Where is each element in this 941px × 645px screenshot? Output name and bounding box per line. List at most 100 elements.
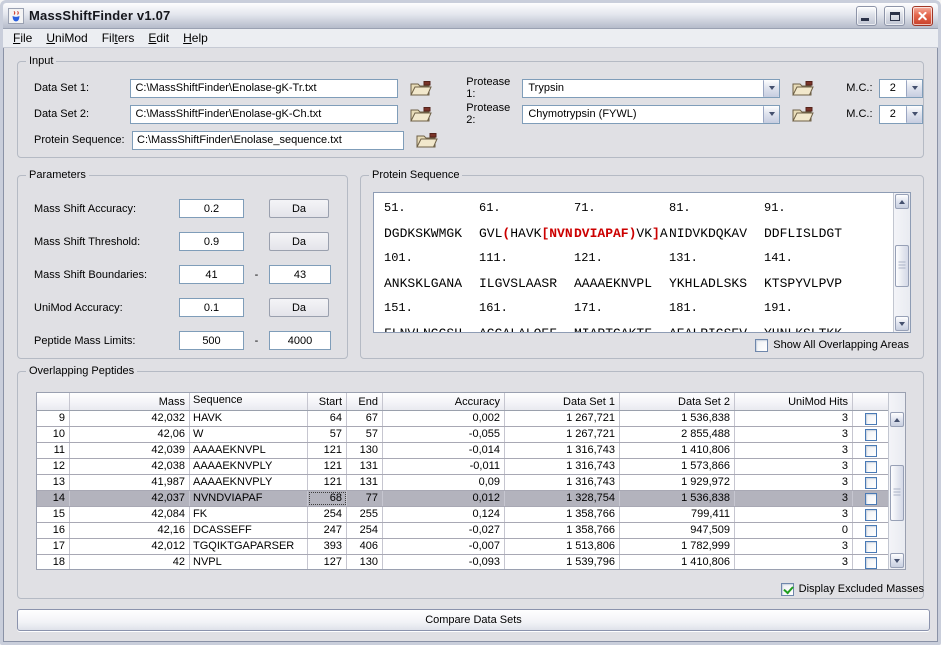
cell-seq[interactable]: TGQIKTGAPARSER bbox=[190, 539, 308, 554]
header-start[interactable]: Start bbox=[308, 393, 347, 410]
cell-num[interactable]: 9 bbox=[37, 411, 70, 426]
cell-acc[interactable]: -0,007 bbox=[383, 539, 505, 554]
chevron-down-icon[interactable] bbox=[763, 80, 779, 97]
header-rownum[interactable] bbox=[37, 393, 70, 410]
protein-sequence-path-input[interactable] bbox=[132, 131, 404, 150]
menu-unimod[interactable]: UniMod bbox=[39, 30, 94, 46]
cell-ds1[interactable]: 1 358,766 bbox=[505, 507, 620, 522]
cell-seq[interactable]: AAAAEKNVPL bbox=[190, 443, 308, 458]
cell-ds2[interactable]: 2 855,488 bbox=[620, 427, 735, 442]
cell-ds2[interactable]: 1 782,999 bbox=[620, 539, 735, 554]
table-row[interactable]: 1341,987AAAAEKNVPLY1211310,091 316,7431 … bbox=[37, 475, 888, 491]
cell-num[interactable]: 13 bbox=[37, 475, 70, 490]
table-row[interactable]: 1742,012TGQIKTGAPARSER393406-0,0071 513,… bbox=[37, 539, 888, 555]
cell-start[interactable]: 254 bbox=[308, 507, 347, 522]
unimod-accuracy-input[interactable] bbox=[179, 298, 244, 317]
table-row[interactable]: 1442,037NVNDVIAPAF68770,0121 328,7541 53… bbox=[37, 491, 888, 507]
menu-filters[interactable]: Filters bbox=[95, 30, 142, 46]
cell-mass[interactable]: 42,16 bbox=[70, 523, 190, 538]
scroll-up-button[interactable] bbox=[890, 412, 904, 427]
cell-uni[interactable]: 3 bbox=[735, 459, 853, 474]
header-dataset2[interactable]: Data Set 2 bbox=[620, 393, 735, 410]
row-exclude-checkbox[interactable] bbox=[865, 541, 877, 553]
chevron-down-icon[interactable] bbox=[906, 106, 922, 123]
cell-start[interactable]: 57 bbox=[308, 427, 347, 442]
cell-uni[interactable]: 3 bbox=[735, 507, 853, 522]
row-exclude-checkbox[interactable] bbox=[865, 509, 877, 521]
cell-end[interactable]: 67 bbox=[347, 411, 383, 426]
cell-ds1[interactable]: 1 316,743 bbox=[505, 475, 620, 490]
dataset2-browse-button[interactable] bbox=[409, 106, 433, 123]
cell-acc[interactable]: -0,055 bbox=[383, 427, 505, 442]
cell-start[interactable]: 121 bbox=[308, 475, 347, 490]
peptide-mass-high-input[interactable] bbox=[269, 331, 331, 350]
cell-ds2[interactable]: 1 929,972 bbox=[620, 475, 735, 490]
mass-shift-accuracy-input[interactable] bbox=[179, 199, 244, 218]
cell-uni[interactable]: 3 bbox=[735, 555, 853, 569]
cell-start[interactable]: 121 bbox=[308, 459, 347, 474]
menu-help[interactable]: Help bbox=[176, 30, 215, 46]
cell-uni[interactable]: 3 bbox=[735, 491, 853, 506]
row-exclude-checkbox[interactable] bbox=[865, 445, 877, 457]
cell-mass[interactable]: 42,012 bbox=[70, 539, 190, 554]
cell-ds2[interactable]: 1 410,806 bbox=[620, 443, 735, 458]
cell-ds1[interactable]: 1 358,766 bbox=[505, 523, 620, 538]
cell-ds1[interactable]: 1 267,721 bbox=[505, 411, 620, 426]
cell-mass[interactable]: 42,038 bbox=[70, 459, 190, 474]
mass-shift-boundary-low-input[interactable] bbox=[179, 265, 244, 284]
header-exclude[interactable] bbox=[853, 393, 888, 410]
mc2-combobox[interactable]: 2 bbox=[879, 105, 923, 124]
header-mass[interactable]: Mass bbox=[70, 393, 190, 410]
cell-start[interactable]: 247 bbox=[308, 523, 347, 538]
cell-start[interactable]: 127 bbox=[308, 555, 347, 569]
cell-num[interactable]: 11 bbox=[37, 443, 70, 458]
header-unimod-hits[interactable]: UniMod Hits bbox=[735, 393, 853, 410]
row-exclude-checkbox[interactable] bbox=[865, 525, 877, 537]
cell-num[interactable]: 12 bbox=[37, 459, 70, 474]
cell-mass[interactable]: 42,06 bbox=[70, 427, 190, 442]
cell-start[interactable]: 121 bbox=[308, 443, 347, 458]
cell-num[interactable]: 10 bbox=[37, 427, 70, 442]
close-button[interactable] bbox=[912, 6, 933, 26]
maximize-button[interactable] bbox=[884, 6, 905, 26]
cell-end[interactable]: 130 bbox=[347, 555, 383, 569]
cell-start[interactable]: 68 bbox=[308, 491, 347, 506]
cell-seq[interactable]: NVNDVIAPAF bbox=[190, 491, 308, 506]
header-sequence[interactable]: Sequence bbox=[190, 393, 308, 410]
dataset1-browse-button[interactable] bbox=[409, 80, 433, 97]
cell-mass[interactable]: 42,037 bbox=[70, 491, 190, 506]
chevron-down-icon[interactable] bbox=[906, 80, 922, 97]
table-row[interactable]: 1242,038AAAAEKNVPLY121131-0,0111 316,743… bbox=[37, 459, 888, 475]
cell-end[interactable]: 57 bbox=[347, 427, 383, 442]
mass-shift-boundary-high-input[interactable] bbox=[269, 265, 331, 284]
dataset1-path-input[interactable] bbox=[130, 79, 398, 98]
cell-start[interactable]: 393 bbox=[308, 539, 347, 554]
cell-ds1[interactable]: 1 539,796 bbox=[505, 555, 620, 569]
cell-end[interactable]: 77 bbox=[347, 491, 383, 506]
mass-shift-threshold-unit-button[interactable]: Da bbox=[269, 232, 329, 251]
header-dataset1[interactable]: Data Set 1 bbox=[505, 393, 620, 410]
mass-shift-accuracy-unit-button[interactable]: Da bbox=[269, 199, 329, 218]
cell-mass[interactable]: 42,032 bbox=[70, 411, 190, 426]
protease1-browse-button[interactable] bbox=[791, 80, 815, 97]
protease1-combobox[interactable]: Trypsin bbox=[522, 79, 780, 98]
sequence-scrollbar[interactable] bbox=[893, 193, 910, 332]
cell-seq[interactable]: DCASSEFF bbox=[190, 523, 308, 538]
cell-seq[interactable]: NVPL bbox=[190, 555, 308, 569]
cell-acc[interactable]: 0,124 bbox=[383, 507, 505, 522]
table-row[interactable]: 1842NVPL127130-0,0931 539,7961 410,8063 bbox=[37, 555, 888, 569]
cell-ds2[interactable]: 1 536,838 bbox=[620, 491, 735, 506]
cell-num[interactable]: 15 bbox=[37, 507, 70, 522]
table-row[interactable]: 1542,084FK2542550,1241 358,766799,4113 bbox=[37, 507, 888, 523]
cell-uni[interactable]: 3 bbox=[735, 475, 853, 490]
cell-seq[interactable]: FK bbox=[190, 507, 308, 522]
cell-acc[interactable]: 0,002 bbox=[383, 411, 505, 426]
header-accuracy[interactable]: Accuracy bbox=[383, 393, 505, 410]
cell-seq[interactable]: W bbox=[190, 427, 308, 442]
cell-end[interactable]: 254 bbox=[347, 523, 383, 538]
protease2-combobox[interactable]: Chymotrypsin (FYWL) bbox=[522, 105, 780, 124]
cell-seq[interactable]: AAAAEKNVPLY bbox=[190, 459, 308, 474]
cell-uni[interactable]: 3 bbox=[735, 443, 853, 458]
chevron-down-icon[interactable] bbox=[763, 106, 779, 123]
cell-acc[interactable]: -0,011 bbox=[383, 459, 505, 474]
